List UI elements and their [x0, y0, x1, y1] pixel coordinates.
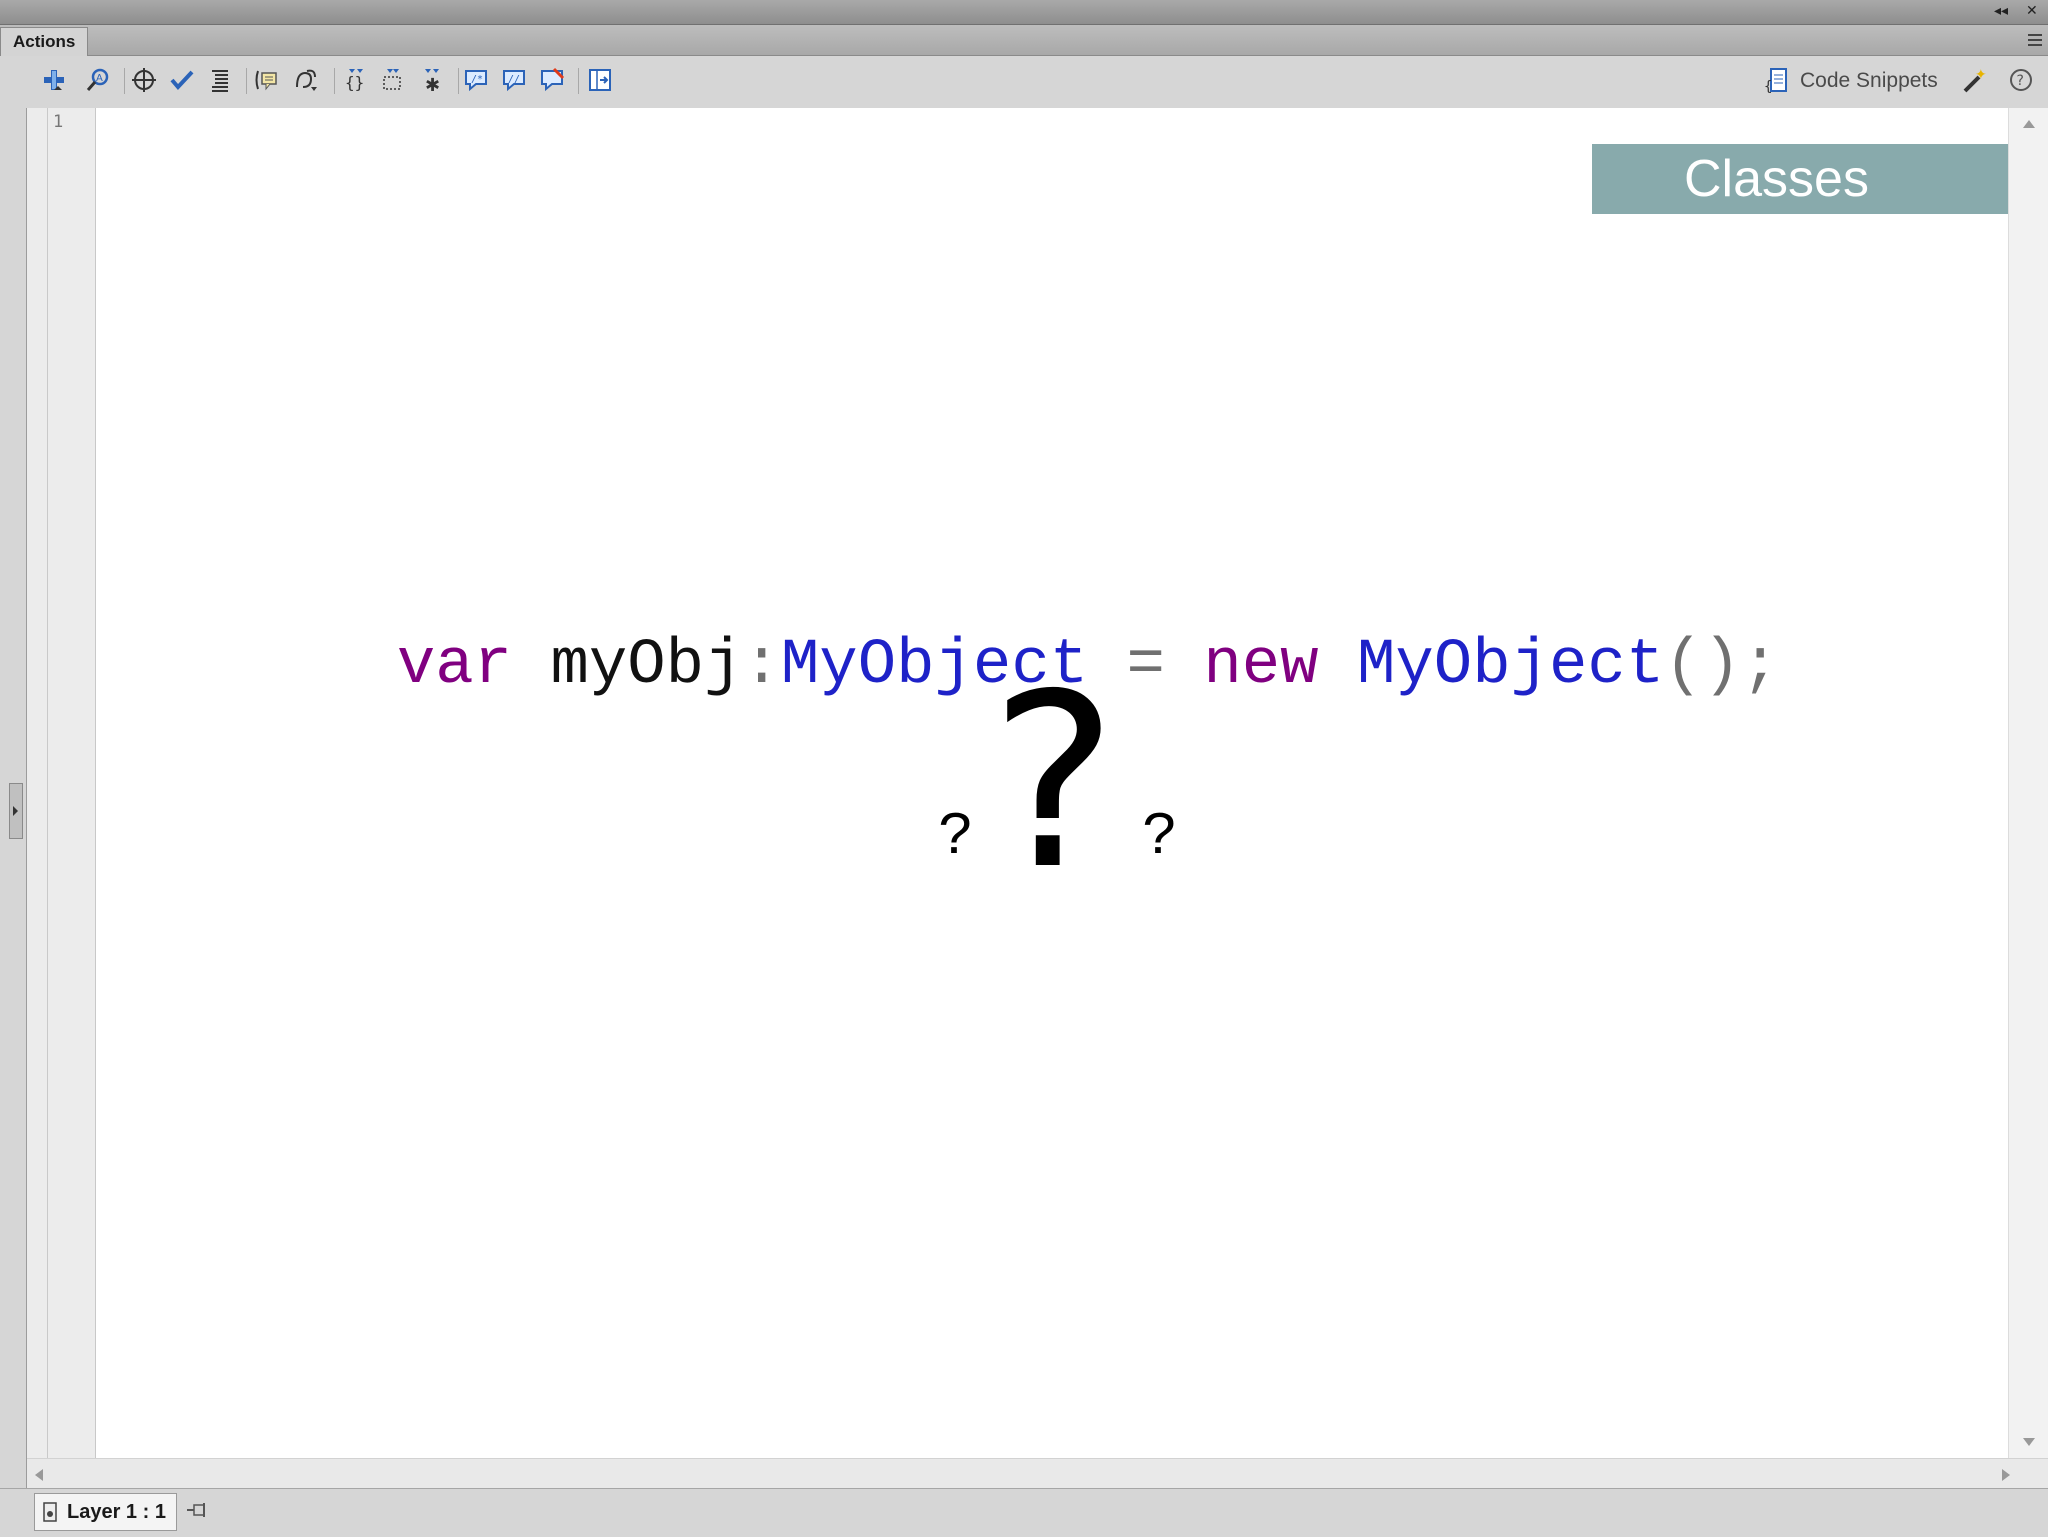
help-button[interactable]: ? [2006, 66, 2036, 94]
svg-text:?: ? [2017, 73, 2024, 89]
horizontal-scrollbar[interactable] [27, 1458, 2048, 1489]
code-snippets-icon: { [1764, 68, 1787, 95]
collapse-panel-icon[interactable]: ◂◂ [1994, 3, 2008, 19]
actions-toolbar: A {} ✱ /* // { Code Snippets ✦ ? [0, 56, 2048, 108]
check-syntax-icon[interactable] [168, 66, 196, 94]
small-question-mark-left: ? [938, 804, 975, 872]
classes-banner-label: Classes [1684, 150, 1869, 208]
code-colon: : [742, 630, 781, 702]
code-equals: = [1126, 630, 1165, 702]
panel-tab-row: Actions [0, 25, 2048, 56]
vertical-scrollbar[interactable] [2008, 108, 2048, 1458]
find-icon[interactable]: A [84, 66, 112, 94]
scroll-left-icon[interactable] [35, 1469, 43, 1481]
block-comment-icon[interactable]: /* [462, 66, 490, 94]
svg-text:{}: {} [345, 73, 364, 92]
script-navigator-bar: Layer 1 : 1 [0, 1488, 2048, 1537]
remove-comment-icon[interactable] [538, 66, 566, 94]
code-identifier-myobj: myObj [550, 630, 743, 702]
add-item-icon[interactable] [40, 66, 68, 94]
svg-text:{: { [1764, 79, 1772, 95]
code-constructor-myobject: MyObject [1356, 630, 1665, 702]
code-snippets-label: Code Snippets [1800, 69, 1938, 92]
svg-text:/*: /* [471, 74, 483, 85]
toggle-sidebar-handle[interactable] [9, 783, 23, 839]
collapse-selection-icon[interactable] [378, 66, 406, 94]
svg-text://: // [508, 74, 520, 85]
layer-script-tab[interactable]: Layer 1 : 1 [34, 1493, 177, 1531]
toggle-script-assist-icon[interactable] [586, 66, 614, 94]
code-call-parens: (); [1664, 630, 1780, 702]
layer-label: Layer 1 : 1 [67, 1500, 166, 1523]
scroll-right-icon[interactable] [2002, 1469, 2010, 1481]
pin-script-icon[interactable] [186, 1501, 208, 1521]
collapse-between-braces-icon[interactable]: {} [340, 66, 368, 94]
code-hint-icon[interactable] [252, 66, 280, 94]
close-panel-icon[interactable]: ✕ [2026, 3, 2038, 19]
code-snippets-button[interactable]: { Code Snippets [1764, 66, 1938, 96]
line-number: 1 [53, 112, 64, 132]
wizard-wand-icon[interactable]: ✦ [1960, 66, 1988, 94]
target-icon[interactable] [130, 66, 158, 94]
svg-text:✱: ✱ [425, 75, 440, 93]
auto-format-icon[interactable] [206, 66, 234, 94]
panel-title-strip: ◂◂ ✕ [0, 0, 2048, 25]
scroll-down-icon[interactable] [2023, 1438, 2035, 1446]
scroll-up-icon[interactable] [2023, 120, 2035, 128]
svg-text:A: A [96, 73, 103, 84]
tab-actions[interactable]: Actions [0, 27, 89, 56]
big-question-mark: ? [990, 642, 1118, 922]
line-comment-icon[interactable]: // [500, 66, 528, 94]
classes-banner: Classes [1592, 144, 2048, 214]
code-keyword-new: new [1203, 630, 1319, 702]
svg-text:✦: ✦ [1975, 67, 1987, 83]
expand-all-icon[interactable]: ✱ [418, 66, 446, 94]
small-question-mark-right: ? [1142, 804, 1179, 872]
code-keyword-var: var [396, 630, 513, 702]
panel-menu-icon[interactable] [2020, 31, 2042, 49]
script-file-icon [43, 1502, 57, 1522]
line-number-gutter: 1 [27, 108, 96, 1458]
debug-options-icon[interactable] [292, 66, 320, 94]
